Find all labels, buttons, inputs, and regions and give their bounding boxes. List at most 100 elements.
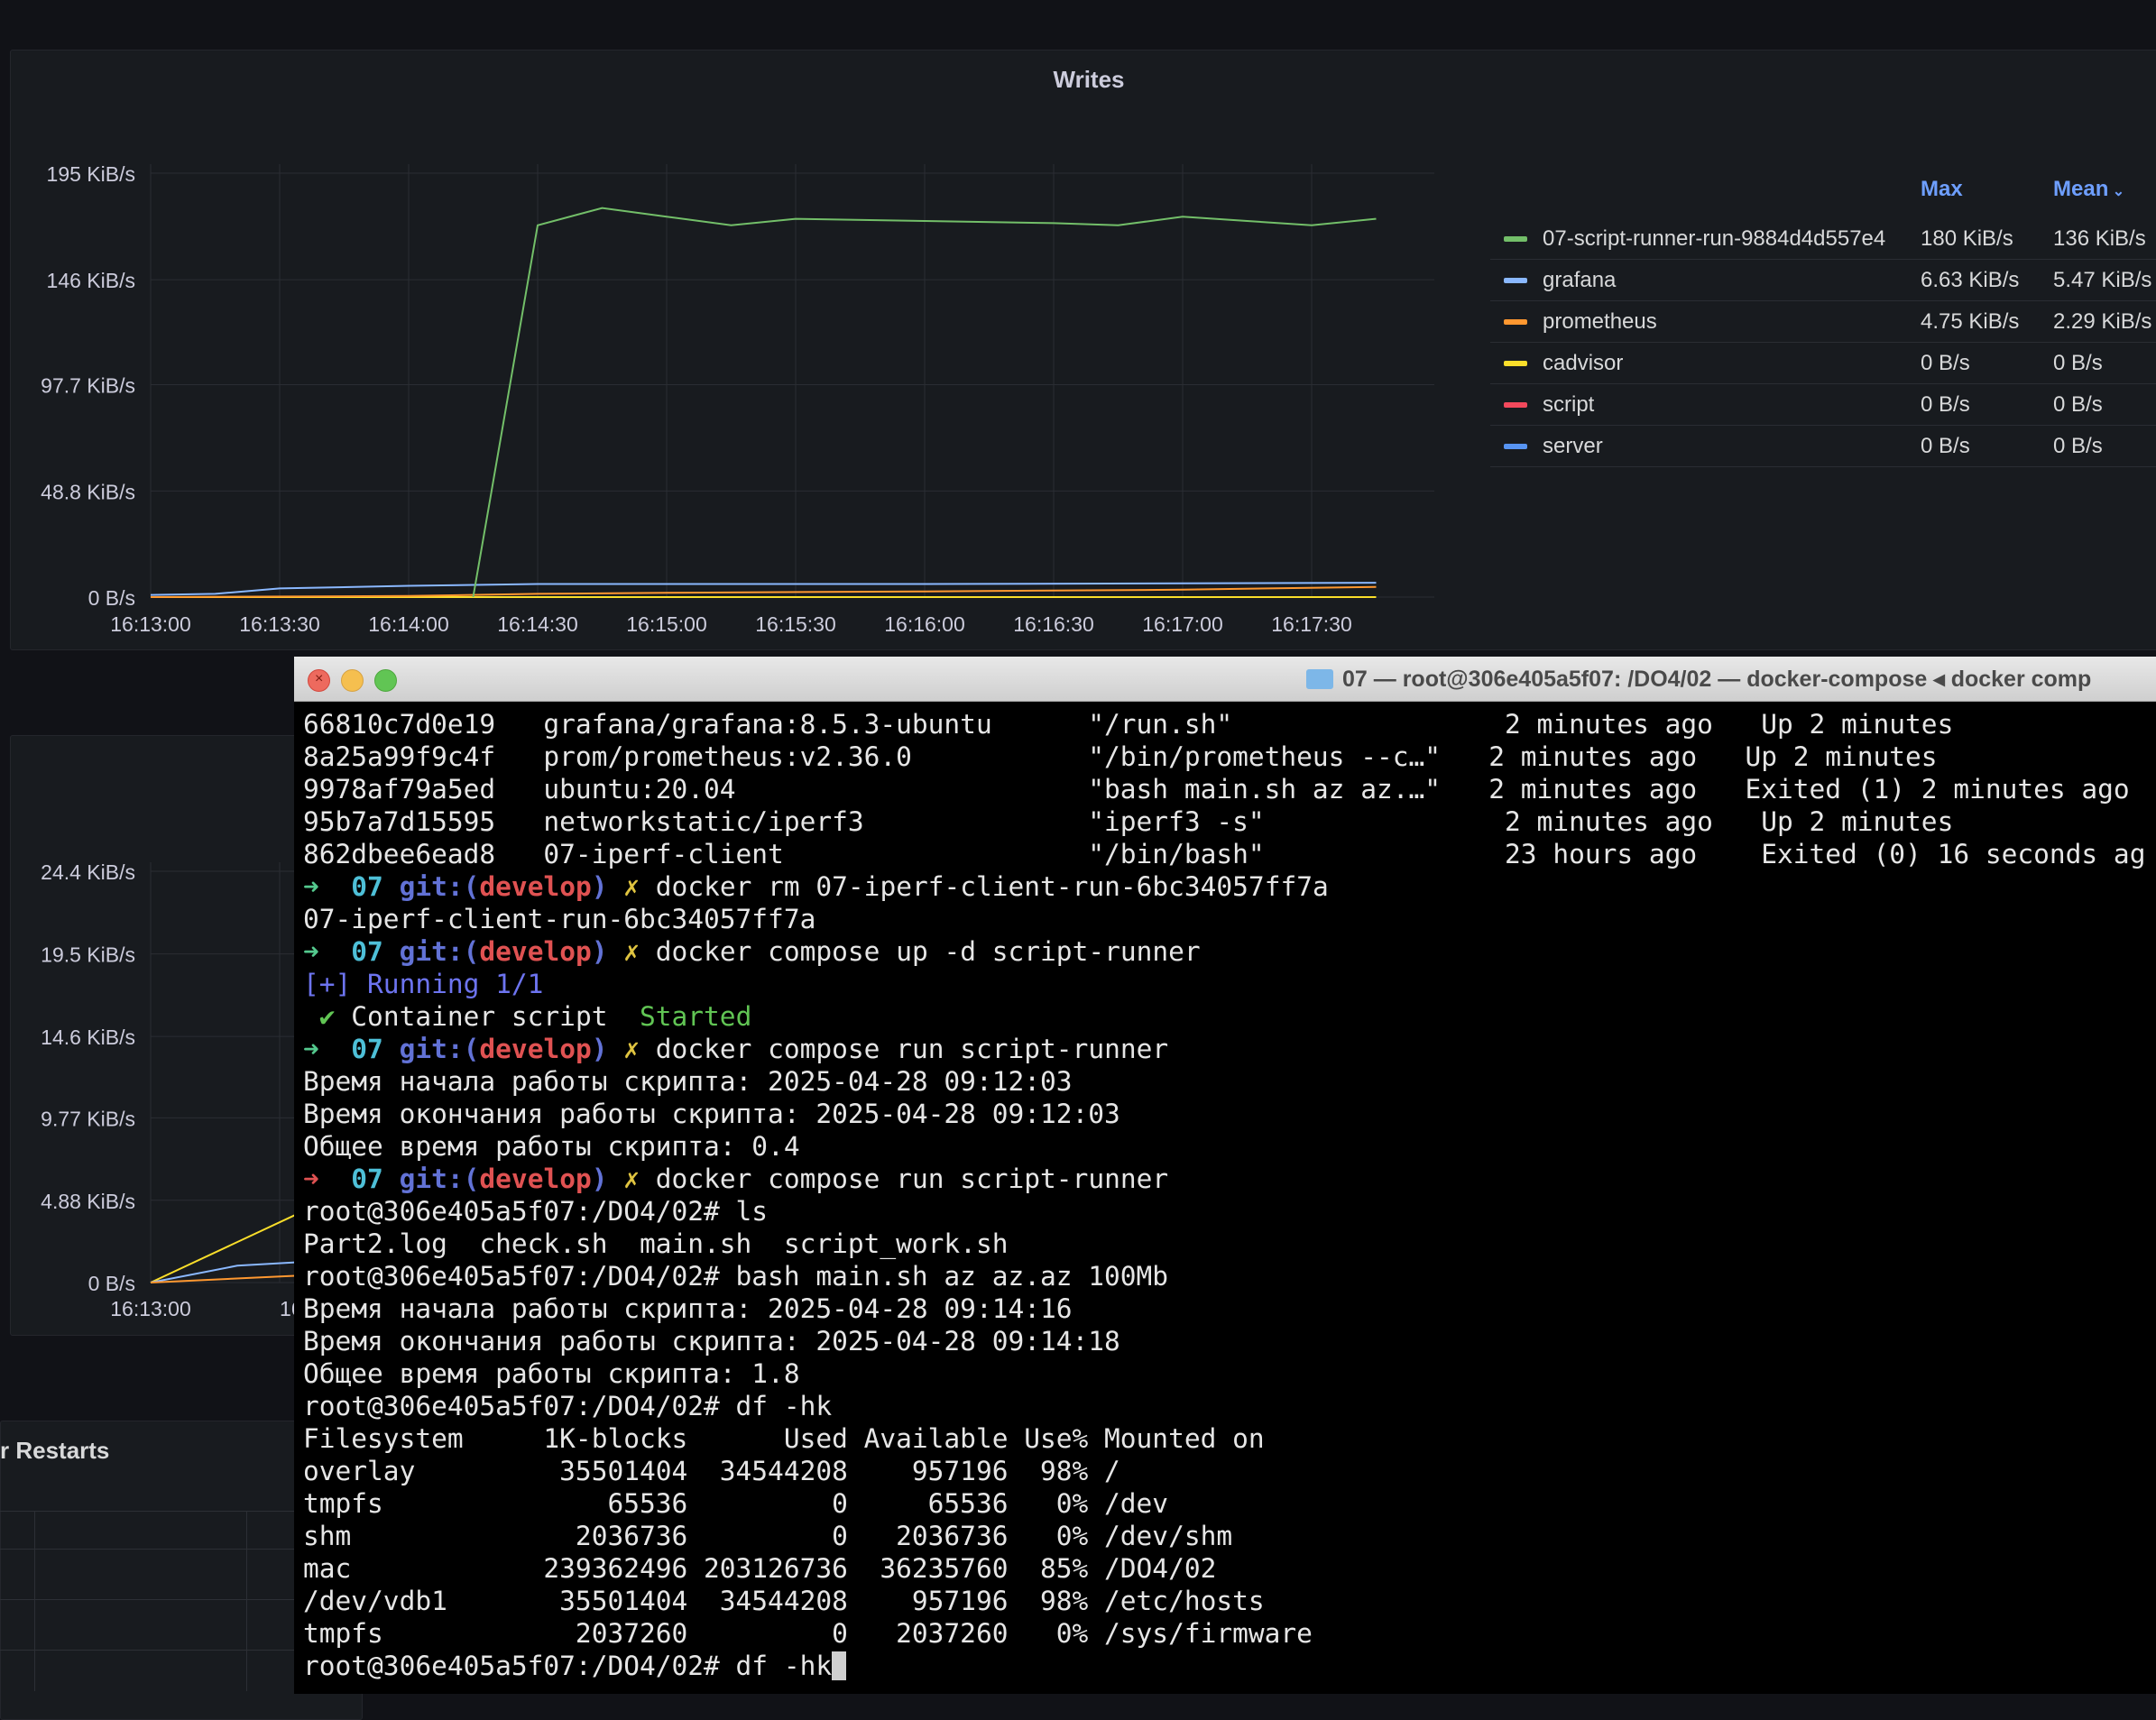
prompt-branch: develop bbox=[479, 871, 592, 902]
x-tick-label: 16:14:30 bbox=[497, 612, 578, 636]
terminal-line: 66810c7d0e19 grafana/grafana:8.5.3-ubunt… bbox=[303, 708, 2145, 740]
terminal-line: /dev/vdb1 35501404 34544208 957196 98% /… bbox=[303, 1585, 2145, 1617]
y-tick-label: 97.7 KiB/s bbox=[41, 374, 135, 398]
writes-chart[interactable]: 0 B/s 48.8 KiB/s 97.7 KiB/s 146 KiB/s 195 Ki… bbox=[11, 51, 1481, 646]
close-button[interactable]: × bbox=[308, 669, 330, 692]
line-text: root@306e405a5f07:/DO4/02# df -hk bbox=[303, 1651, 833, 1681]
prompt-git: git:( bbox=[399, 1164, 480, 1194]
terminal-line: root@306e405a5f07:/DO4/02# df -hk bbox=[303, 1390, 2145, 1422]
terminal-line: ➜ 07 git:(develop) ✗ docker compose run … bbox=[303, 1033, 2145, 1065]
line-text: Filesystem 1K-blocks Used Available Use%… bbox=[303, 1423, 1265, 1454]
y-tick-label: 9.77 KiB/s bbox=[41, 1107, 135, 1130]
legend-row[interactable]: grafana 6.63 KiB/s 5.47 KiB/s bbox=[1490, 260, 2156, 301]
terminal-window[interactable]: × 07 — root@306e405a5f07: /DO4/02 — dock… bbox=[294, 657, 2156, 1694]
x-tick-label: 16:13:30 bbox=[239, 612, 320, 636]
line-text: Container script bbox=[351, 1001, 640, 1032]
table-divider bbox=[0, 1599, 298, 1600]
line-text: 862dbee6ead8 07-iperf-client "/bin/bash"… bbox=[303, 839, 2146, 869]
legend-mean-value: 0 B/s bbox=[2053, 392, 2103, 417]
zoom-button[interactable] bbox=[374, 669, 397, 692]
prompt-git-close: ) bbox=[591, 1034, 608, 1064]
prompt-branch: develop bbox=[479, 1034, 592, 1064]
line-text: overlay 35501404 34544208 957196 98% / bbox=[303, 1456, 1120, 1486]
legend-row[interactable]: cadvisor 0 B/s 0 B/s bbox=[1490, 343, 2156, 384]
x-tick-label: 16:16:30 bbox=[1013, 612, 1094, 636]
legend-swatch bbox=[1504, 319, 1527, 325]
terminal-line: ➜ 07 git:(develop) ✗ docker compose up -… bbox=[303, 935, 2145, 968]
legend-swatch bbox=[1504, 361, 1527, 366]
terminal-line: overlay 35501404 34544208 957196 98% / bbox=[303, 1455, 2145, 1487]
legend-swatch bbox=[1504, 402, 1527, 408]
prompt-dirty-icon: ✗ bbox=[623, 936, 640, 967]
terminal-line: tmpfs 65536 0 65536 0% /dev bbox=[303, 1487, 2145, 1520]
table-divider bbox=[0, 1511, 298, 1512]
terminal-line: [+] Running 1/1 bbox=[303, 968, 2145, 1000]
y-tick-label: 195 KiB/s bbox=[47, 162, 135, 186]
x-tick-label: 16:13:00 bbox=[110, 1297, 191, 1320]
line-text: tmpfs 65536 0 65536 0% /dev bbox=[303, 1488, 1169, 1519]
prompt-arrow-icon: ➜ bbox=[303, 936, 319, 967]
terminal-line: Время начала работы скрипта: 2025-04-28 … bbox=[303, 1292, 2145, 1325]
legend-max-value: 0 B/s bbox=[1921, 392, 1970, 417]
prompt-git: git:( bbox=[399, 936, 480, 967]
legend-row[interactable]: 07-script-runner-run-9884d4d557e4 180 KiB… bbox=[1490, 218, 2156, 260]
folder-icon bbox=[1306, 669, 1333, 689]
terminal-output[interactable]: 66810c7d0e19 grafana/grafana:8.5.3-ubunt… bbox=[303, 708, 2145, 1682]
series-line bbox=[150, 1214, 296, 1283]
restarts-panel-title[interactable]: r Restarts bbox=[0, 1437, 109, 1465]
prompt-branch: develop bbox=[479, 936, 592, 967]
prompt-dir: 07 bbox=[351, 1164, 383, 1194]
legend-row[interactable]: script 0 B/s 0 B/s bbox=[1490, 384, 2156, 426]
prompt-git: git:( bbox=[399, 1034, 480, 1064]
legend-mean-value: 5.47 KiB/s bbox=[2053, 268, 2152, 292]
terminal-line: ✔ Container script Started bbox=[303, 1000, 2145, 1033]
x-tick-label: 16:15:00 bbox=[626, 612, 707, 636]
y-tick-label: 48.8 KiB/s bbox=[41, 480, 135, 503]
writes-legend: Max Mean ⌄ 07-script-runner-run-9884d4d5… bbox=[1490, 177, 2156, 467]
prompt-git-close: ) bbox=[591, 1164, 608, 1194]
x-tick-label: 16:17:00 bbox=[1142, 612, 1223, 636]
text-cursor bbox=[832, 1651, 847, 1680]
terminal-line: 9978af79a5ed ubuntu:20.04 "bash main.sh … bbox=[303, 773, 2145, 805]
line-text: 9978af79a5ed ubuntu:20.04 "bash main.sh … bbox=[303, 774, 2130, 805]
minimize-button[interactable] bbox=[341, 669, 364, 692]
legend-row[interactable]: server 0 B/s 0 B/s bbox=[1490, 426, 2156, 467]
terminal-line: 95b7a7d15595 networkstatic/iperf3 "iperf… bbox=[303, 805, 2145, 838]
prompt-arrow-icon: ➜ bbox=[303, 1034, 319, 1064]
prompt-dir: 07 bbox=[351, 871, 383, 902]
status-text: Started bbox=[640, 1001, 752, 1032]
prompt-dir: 07 bbox=[351, 936, 383, 967]
terminal-line: root@306e405a5f07:/DO4/02# bash main.sh … bbox=[303, 1260, 2145, 1292]
legend-swatch bbox=[1504, 278, 1527, 283]
legend-col-max[interactable]: Max bbox=[1921, 177, 1963, 202]
legend-col-mean[interactable]: Mean ⌄ bbox=[2053, 177, 2124, 202]
legend-mean-value: 2.29 KiB/s bbox=[2053, 309, 2152, 334]
terminal-line: Время окончания работы скрипта: 2025-04-… bbox=[303, 1098, 2145, 1130]
terminal-line: 07-iperf-client-run-6bc34057ff7a bbox=[303, 903, 2145, 935]
legend-max-value: 4.75 KiB/s bbox=[1921, 309, 2020, 334]
close-icon: × bbox=[315, 671, 324, 686]
prompt-arrow-icon: ➜ bbox=[303, 871, 319, 902]
y-tick-label: 19.5 KiB/s bbox=[41, 943, 135, 967]
prompt-dirty-icon: ✗ bbox=[623, 1034, 640, 1064]
line-text: /dev/vdb1 35501404 34544208 957196 98% /… bbox=[303, 1586, 1265, 1616]
prompt-git-close: ) bbox=[591, 871, 608, 902]
legend-series-name: cadvisor bbox=[1543, 351, 1624, 375]
line-text: Part2.log check.sh main.sh script_work.s… bbox=[303, 1228, 1009, 1259]
legend-series-name: prometheus bbox=[1543, 309, 1657, 334]
legend-row[interactable]: prometheus 4.75 KiB/s 2.29 KiB/s bbox=[1490, 301, 2156, 343]
series-line-prometheus bbox=[150, 585, 1377, 598]
line-text: Время начала работы скрипта: 2025-04-28 … bbox=[303, 1293, 1073, 1324]
table-divider bbox=[246, 1511, 247, 1691]
line-text: root@306e405a5f07:/DO4/02# bash main.sh … bbox=[303, 1261, 1169, 1292]
line-text: mac 239362496 203126736 36235760 85% /DO… bbox=[303, 1553, 1217, 1584]
line-text: Время окончания работы скрипта: 2025-04-… bbox=[303, 1099, 1120, 1129]
line-text: [+] Running 1/1 bbox=[303, 969, 544, 999]
terminal-titlebar[interactable]: × 07 — root@306e405a5f07: /DO4/02 — dock… bbox=[294, 657, 2156, 702]
prompt-branch: develop bbox=[479, 1164, 592, 1194]
terminal-line: mac 239362496 203126736 36235760 85% /DO… bbox=[303, 1552, 2145, 1585]
legend-max-value: 0 B/s bbox=[1921, 351, 1970, 375]
line-text: Время начала работы скрипта: 2025-04-28 … bbox=[303, 1066, 1073, 1097]
legend-max-value: 180 KiB/s bbox=[1921, 226, 2013, 251]
prompt-dir: 07 bbox=[351, 1034, 383, 1064]
